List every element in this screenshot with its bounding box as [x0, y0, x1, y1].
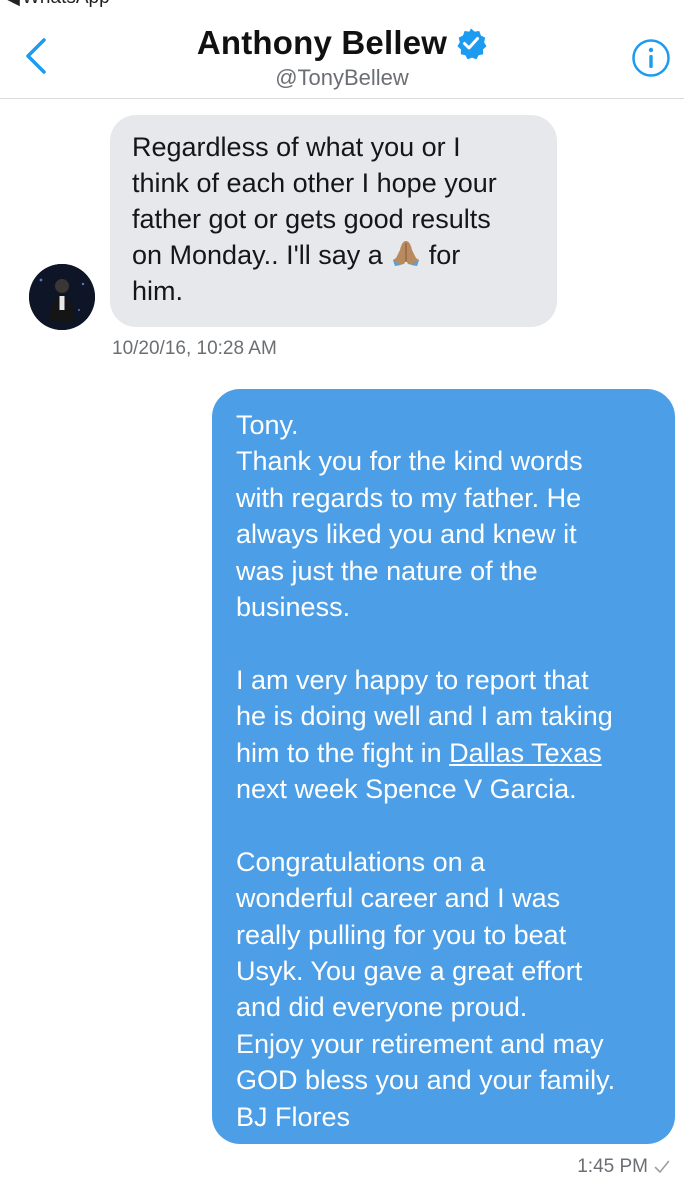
status-back-app-label[interactable]: WhatsApp: [22, 0, 110, 9]
message-line: Enjoy your retirement and may: [236, 1028, 604, 1059]
message-line: he is doing well and I am taking: [236, 701, 613, 732]
folded-hands-emoji-icon: [392, 241, 419, 266]
message-text: him to the fight in: [236, 737, 442, 768]
message-text: for: [428, 240, 461, 270]
avatar[interactable]: [29, 264, 95, 330]
location-link[interactable]: Dallas Texas: [449, 738, 602, 768]
message-text: on Monday.. I'll say a: [132, 240, 383, 270]
back-arrow-icon[interactable]: ◀: [6, 0, 20, 9]
message-line: I am very happy to report that: [236, 664, 589, 695]
message-line: Regardless of what you or I: [132, 132, 461, 162]
message-line: Thank you for the kind words: [236, 446, 583, 477]
message-line: GOD bless you and your family.: [236, 1065, 616, 1096]
message-line: father got or gets good results: [132, 204, 491, 234]
message-line: him.: [132, 276, 184, 306]
info-icon: [632, 39, 670, 77]
incoming-timestamp: 10/20/16, 10:28 AM: [112, 338, 277, 359]
contact-name: Anthony Bellew: [196, 24, 448, 61]
outgoing-timestamp-row: 1:45 PM: [577, 1156, 670, 1178]
message-line: Congratulations on a: [236, 846, 486, 877]
message-line: with regards to my father. He: [236, 482, 582, 513]
message-line: him to the fight in Dallas Texas: [236, 735, 655, 771]
outgoing-message-bubble[interactable]: Tony. Thank you for the kind words with …: [212, 389, 675, 1144]
outgoing-timestamp: 1:45 PM: [577, 1156, 648, 1177]
verified-badge-icon: [457, 28, 487, 59]
contact-handle: @TonyBellew: [275, 65, 409, 90]
conversation-header: Anthony Bellew @TonyBellew: [0, 10, 684, 99]
message-line: really pulling for you to beat: [236, 919, 567, 950]
incoming-message-bubble[interactable]: Regardless of what you or I think of eac…: [110, 115, 557, 327]
message-line: think of each other I hope your: [132, 168, 497, 198]
message-line: was just the nature of the: [236, 555, 538, 586]
status-bar: ◀ WhatsApp: [0, 0, 684, 10]
message-line: Tony.: [236, 410, 299, 440]
contact-title-block[interactable]: Anthony Bellew @TonyBellew: [0, 24, 684, 91]
message-line: and did everyone proud.: [236, 992, 528, 1023]
sent-check-icon: [654, 1160, 670, 1173]
avatar-photo: [29, 264, 95, 330]
message-line: business.: [236, 592, 351, 623]
message-line: always liked you and knew it: [236, 519, 577, 550]
message-line: BJ Flores: [236, 1101, 351, 1132]
message-line: on Monday.. I'll say a for: [132, 237, 537, 273]
message-line: Usyk. You gave a great effort: [236, 956, 583, 987]
message-line: wonderful career and I was: [236, 883, 561, 914]
info-button[interactable]: [631, 38, 671, 78]
message-line: next week Spence V Garcia.: [236, 774, 577, 805]
